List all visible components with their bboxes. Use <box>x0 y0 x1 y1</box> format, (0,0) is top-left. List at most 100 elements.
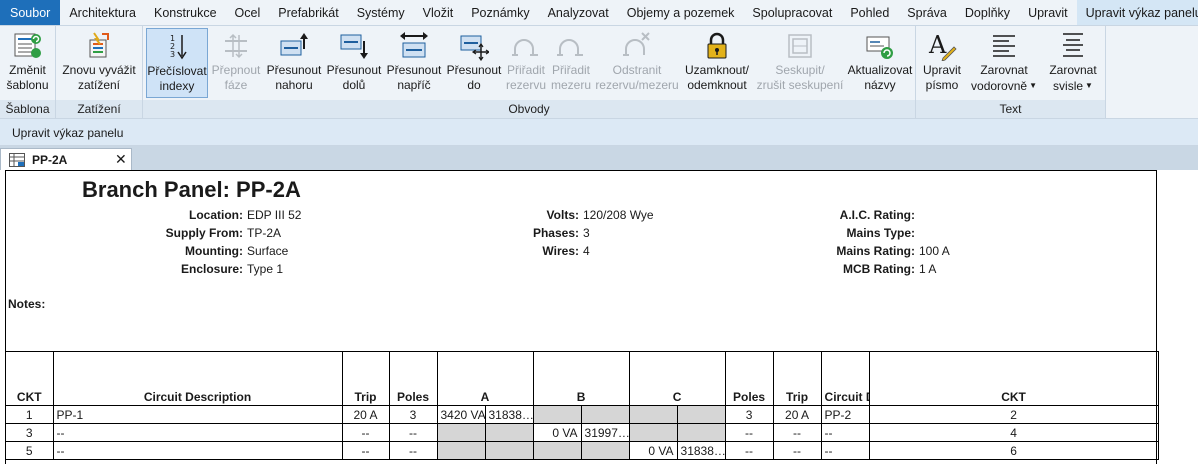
cell[interactable] <box>580 405 630 424</box>
cell[interactable] <box>484 423 534 442</box>
cell[interactable] <box>676 423 726 442</box>
rebalance-loads-button[interactable]: Znovu vyvážit zatížení <box>56 28 142 98</box>
move-up-button[interactable]: Přesunout nahoru <box>264 28 324 98</box>
field-label: Supply From: <box>165 226 243 240</box>
cell[interactable]: -- <box>772 441 822 460</box>
column-header: B <box>532 351 630 406</box>
align-horizontal-button[interactable]: Zarovnat vodorovně ▼ <box>968 28 1040 98</box>
cell[interactable] <box>532 441 582 460</box>
menu-tab[interactable]: Architektura <box>60 0 145 25</box>
panel-title-zatizeni: Zatížení <box>56 100 142 118</box>
field-value: EDP III 52 <box>247 208 302 222</box>
table-row[interactable]: 3 -- -- -- 0 VA 31997… -- -- -- 4 <box>6 423 1198 442</box>
cell[interactable]: 0 VA <box>628 441 678 460</box>
cell[interactable] <box>580 441 630 460</box>
cell[interactable]: -- <box>52 423 343 442</box>
circuit-table: CKT Circuit Description Trip Poles A B C… <box>6 351 1198 460</box>
cell[interactable]: 20 A <box>772 405 822 424</box>
cell[interactable]: 5 <box>6 441 54 460</box>
group-icon <box>784 31 816 61</box>
menu-tab[interactable]: Soubor <box>0 0 61 25</box>
cell[interactable]: 1 <box>6 405 54 424</box>
close-icon[interactable]: ✕ <box>115 151 127 168</box>
cell[interactable]: -- <box>52 441 343 460</box>
cell[interactable]: -- <box>724 441 774 460</box>
update-names-button[interactable]: Aktualizovat názvy <box>846 28 914 98</box>
edit-font-button[interactable]: A Upravit písmo <box>918 28 966 98</box>
menu-tab[interactable]: Poznámky <box>462 0 538 25</box>
assign-space-button[interactable]: Přiřadit mezeru <box>548 28 594 98</box>
cell[interactable]: 31838… <box>484 405 534 424</box>
menu-tab[interactable]: Systémy <box>348 0 414 25</box>
menu-tab[interactable]: Upravit <box>1019 0 1077 25</box>
notes-label: Notes: <box>8 297 46 311</box>
align-vertical-button[interactable]: Zarovnat svisle ▼ <box>1042 28 1104 98</box>
cell[interactable]: -- <box>820 423 870 442</box>
cell[interactable]: -- <box>341 423 390 442</box>
cell[interactable]: 3 <box>388 405 438 424</box>
cell[interactable]: 31838… <box>676 441 726 460</box>
menu-tab[interactable]: Prefabrikát <box>269 0 347 25</box>
cell[interactable] <box>628 423 678 442</box>
cell[interactable] <box>436 423 486 442</box>
panel-title-obvody: Obvody <box>143 100 915 118</box>
lock-unlock-button[interactable]: Uzamknout/ odemknout <box>680 28 754 98</box>
menu-tab[interactable]: Pohled <box>841 0 898 25</box>
field-value: Surface <box>247 244 289 258</box>
menu-tab[interactable]: Vložit <box>414 0 463 25</box>
menu-tab[interactable]: Ocel <box>226 0 270 25</box>
cell[interactable]: -- <box>388 441 438 460</box>
cell[interactable]: PP-1 <box>52 405 343 424</box>
cell[interactable]: -- <box>341 441 390 460</box>
menu-tab[interactable]: Analyzovat <box>539 0 618 25</box>
remove-spare-space-button[interactable]: Odstranit rezervu/mezeru <box>594 28 680 98</box>
schedule-icon <box>9 153 25 170</box>
cell[interactable]: -- <box>820 441 870 460</box>
field-label: Enclosure: <box>180 262 243 276</box>
cell[interactable] <box>532 405 582 424</box>
cell[interactable]: -- <box>724 423 774 442</box>
assign-spare-button[interactable]: Přiřadit rezervu <box>504 28 548 98</box>
panel-zatizeni: Znovu vyvážit zatížení Zatížení <box>56 26 143 118</box>
panel-title-sablona: Šablona <box>0 100 55 118</box>
menu-tab[interactable]: Doplňky <box>956 0 1019 25</box>
menu-bar: Soubor Architektura Konstrukce Ocel Prefabri… <box>0 0 1198 26</box>
menu-tab[interactable]: Upravit výkaz panelu <box>1076 0 1198 25</box>
cell[interactable]: 0 VA <box>532 423 582 442</box>
cell[interactable]: 3 <box>6 423 54 442</box>
move-up-icon <box>278 31 310 61</box>
cell[interactable]: PP-2 <box>820 405 870 424</box>
cell[interactable] <box>436 441 486 460</box>
cell[interactable]: -- <box>772 423 822 442</box>
cell[interactable] <box>676 405 726 424</box>
cell[interactable]: 6 <box>868 441 1159 460</box>
assign-space-icon <box>555 31 587 61</box>
table-row[interactable]: 1 PP-1 20 A 3 3420 VA 31838… 3 20 A PP-2… <box>6 405 1198 424</box>
cell[interactable] <box>628 405 678 424</box>
cell[interactable]: -- <box>388 423 438 442</box>
table-row[interactable]: 5 -- -- -- 0 VA 31838… -- -- -- 6 <box>6 441 1198 460</box>
cell[interactable]: 3420 VA <box>436 405 486 424</box>
menu-tab[interactable]: Správa <box>898 0 956 25</box>
group-ungroup-button[interactable]: Seskupit/ zrušit seskupení <box>754 28 846 98</box>
cell[interactable]: 4 <box>868 423 1159 442</box>
move-across-button[interactable]: Přesunout napříč <box>384 28 444 98</box>
renumber-indexes-button[interactable]: 1 2 3 Přečíslovat indexy <box>146 28 208 98</box>
document-view: Branch Panel: PP-2A Location: EDP III 52… <box>0 170 1198 464</box>
cell[interactable]: 31997… <box>580 423 630 442</box>
field-label: Mounting: <box>185 244 243 258</box>
menu-tab[interactable]: Spolupracovat <box>743 0 841 25</box>
column-header: Trip <box>772 351 822 406</box>
document-tab[interactable]: PP-2A ✕ <box>0 148 132 170</box>
cell[interactable]: 20 A <box>341 405 390 424</box>
lock-icon <box>701 31 733 61</box>
change-template-button[interactable]: Změnit šablonu <box>0 28 55 98</box>
cell[interactable] <box>484 441 534 460</box>
move-to-button[interactable]: Přesunout do <box>444 28 504 98</box>
cell[interactable]: 3 <box>724 405 774 424</box>
menu-tab[interactable]: Konstrukce <box>145 0 226 25</box>
switch-phases-button[interactable]: Přepnout fáze <box>209 28 263 98</box>
cell[interactable]: 2 <box>868 405 1159 424</box>
menu-tab[interactable]: Objemy a pozemek <box>618 0 744 25</box>
move-down-button[interactable]: Přesunout dolů <box>324 28 384 98</box>
